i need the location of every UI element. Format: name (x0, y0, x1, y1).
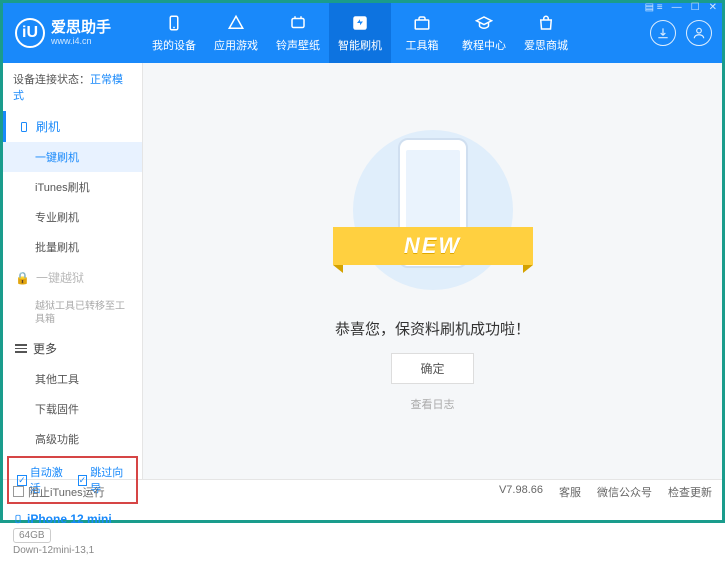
success-illustration: NEW (343, 120, 523, 300)
lock-icon: 🔒 (15, 271, 30, 285)
tutorial-icon (474, 13, 494, 33)
section-label: 刷机 (36, 118, 60, 135)
main-panel: NEW 恭喜您，保资料刷机成功啦！ 确定 查看日志 (143, 63, 722, 479)
titlebar: iU 爱思助手 www.i4.cn 我的设备 应用游戏 铃声壁纸 智能刷机 工具… (3, 3, 722, 63)
footer-link-wechat[interactable]: 微信公众号 (597, 484, 652, 500)
device-name: iPhone 12 mini (13, 512, 132, 526)
sidebar-item-advanced[interactable]: 高级功能 (3, 424, 142, 454)
footer-link-service[interactable]: 客服 (559, 484, 581, 500)
apps-icon (226, 13, 246, 33)
sidebar-item-download-fw[interactable]: 下载固件 (3, 394, 142, 424)
close-icon[interactable]: ✕ (705, 0, 721, 15)
nav-label: 铃声壁纸 (276, 37, 320, 53)
maximize-icon[interactable]: ☐ (687, 0, 704, 15)
success-message: 恭喜您，保资料刷机成功啦！ (335, 318, 530, 339)
sidebar-item-batch-flash[interactable]: 批量刷机 (3, 232, 142, 262)
sidebar: 设备连接状态：正常模式 刷机 一键刷机 iTunes刷机 专业刷机 批量刷机 🔒… (3, 63, 143, 479)
device-storage-badge: 64GB (13, 528, 51, 543)
sidebar-item-pro-flash[interactable]: 专业刷机 (3, 202, 142, 232)
device-small-icon (13, 512, 23, 526)
user-button[interactable] (686, 20, 712, 46)
sidebar-item-itunes-flash[interactable]: iTunes刷机 (3, 172, 142, 202)
flash-icon (350, 13, 370, 33)
nav-store[interactable]: 爱思商城 (515, 3, 577, 63)
nav-label: 我的设备 (152, 37, 196, 53)
version-label: V7.98.66 (499, 484, 543, 500)
new-banner: NEW (333, 227, 533, 265)
device-bundle: Down-12mini-13,1 (13, 545, 132, 556)
connection-status: 设备连接状态：正常模式 (3, 63, 142, 111)
ringtone-icon (288, 13, 308, 33)
sidebar-item-oneclick-flash[interactable]: 一键刷机 (3, 142, 142, 172)
ok-button[interactable]: 确定 (391, 353, 473, 384)
app-url: www.i4.cn (51, 36, 111, 46)
section-label: 更多 (33, 340, 57, 357)
menu-icon[interactable]: ▤ ≡ (641, 0, 667, 15)
nav-label: 应用游戏 (214, 37, 258, 53)
minimize-icon[interactable]: — (668, 0, 686, 15)
nav-ringtone[interactable]: 铃声壁纸 (267, 3, 329, 63)
nav-flash[interactable]: 智能刷机 (329, 3, 391, 63)
nav-my-device[interactable]: 我的设备 (143, 3, 205, 63)
view-log-link[interactable]: 查看日志 (411, 396, 455, 412)
nav-label: 教程中心 (462, 37, 506, 53)
nav-toolbox[interactable]: 工具箱 (391, 3, 453, 63)
logo-area: iU 爱思助手 www.i4.cn (3, 18, 143, 48)
status-prefix: 设备连接状态： (13, 74, 90, 86)
app-name: 爱思助手 (51, 20, 111, 37)
nav-apps[interactable]: 应用游戏 (205, 3, 267, 63)
checkbox-icon (13, 486, 24, 497)
phone-icon (18, 121, 30, 133)
sidebar-section-more[interactable]: 更多 (3, 333, 142, 364)
device-block[interactable]: iPhone 12 mini 64GB Down-12mini-13,1 (3, 506, 142, 562)
download-button[interactable] (650, 20, 676, 46)
sidebar-section-jailbreak: 🔒 一键越狱 (3, 262, 142, 293)
hamburger-icon (15, 342, 27, 355)
nav-label: 智能刷机 (338, 37, 382, 53)
checkbox-label: 阻止iTunes运行 (28, 484, 105, 500)
device-name-text: iPhone 12 mini (27, 512, 112, 526)
toolbox-icon (412, 13, 432, 33)
logo-icon: iU (15, 18, 45, 48)
section-label: 一键越狱 (36, 269, 84, 286)
checkbox-block-itunes[interactable]: 阻止iTunes运行 (13, 484, 105, 500)
footer-link-update[interactable]: 检查更新 (668, 484, 712, 500)
device-icon (164, 13, 184, 33)
sidebar-jailbreak-note: 越狱工具已转移至工具箱 (3, 293, 142, 333)
sidebar-section-flash[interactable]: 刷机 (3, 111, 142, 142)
store-icon (536, 13, 556, 33)
nav-tutorial[interactable]: 教程中心 (453, 3, 515, 63)
nav-label: 工具箱 (406, 37, 439, 53)
nav-label: 爱思商城 (524, 37, 568, 53)
sidebar-item-other-tools[interactable]: 其他工具 (3, 364, 142, 394)
